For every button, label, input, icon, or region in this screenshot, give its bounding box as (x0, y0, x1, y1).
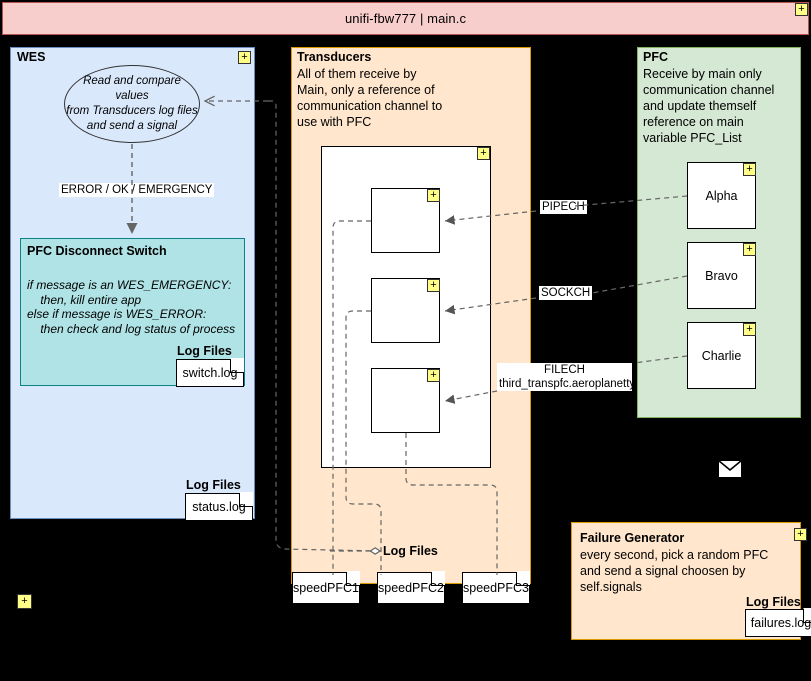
wes-log-files-label: Log Files (186, 478, 241, 492)
wes-ellipse-line-2: from Transducers log files (66, 105, 198, 117)
pfc-desc-line-2: communication channel (643, 83, 775, 97)
lane-wes-expand-badge[interactable]: + (238, 51, 251, 64)
canvas-expand-badge[interactable]: + (17, 594, 32, 609)
failure-generator-title: Failure Generator (580, 531, 685, 545)
transducers-desc-line-1: All of them receive by (297, 67, 417, 81)
log-file-failures[interactable]: failures.log (745, 608, 811, 637)
wes-ellipse-text: Read and compare values from Transducers… (65, 74, 199, 134)
log-file-failures-label: failures.log (750, 616, 811, 630)
failure-generator-expand-badge[interactable]: + (794, 528, 807, 541)
channel-label-filech-detail: third_transpfc.aeroplanetty (499, 378, 636, 390)
mail-icon[interactable] (717, 459, 743, 478)
log-file-speedpfc1[interactable]: speedPFC1 (292, 571, 360, 604)
diagram-canvas: unifi-fbw777 | main.c + WES + Read and c… (0, 0, 811, 681)
channel-label-pipech: PIPECH (540, 200, 587, 214)
channel-label-filech-name: FILECH (544, 364, 585, 376)
log-file-speedpfc3-label: speedPFC3 (463, 581, 530, 595)
lane-pfc-description: Receive by main only communication chann… (643, 66, 774, 146)
pfc-node-bravo-label: Bravo (705, 268, 738, 283)
transducer-group-expand-badge[interactable]: + (477, 147, 490, 160)
window-expand-badge[interactable]: + (795, 3, 808, 16)
lane-transducers-description: All of them receive by Main, only a refe… (297, 66, 442, 130)
transducer-node-1-expand-badge[interactable]: + (427, 189, 440, 202)
switch-rule-line-1: if message is an WES_EMERGENCY: (27, 278, 232, 292)
log-file-speedpfc1-label: speedPFC1 (293, 581, 360, 595)
window-title: unifi-fbw777 | main.c (344, 11, 467, 26)
log-file-switch[interactable]: switch.log (176, 358, 244, 387)
log-file-speedpfc2[interactable]: speedPFC2 (377, 571, 445, 604)
pfc-node-bravo-expand-badge[interactable]: + (743, 243, 756, 256)
transducers-desc-line-2: Main, only a reference of (297, 83, 435, 97)
pfc-desc-line-1: Receive by main only (643, 67, 762, 81)
log-file-status[interactable]: status.log (185, 492, 253, 521)
pfc-desc-line-3: and update themself (643, 99, 757, 113)
log-file-status-label: status.log (192, 500, 246, 514)
transducers-desc-line-3: communication channel to (297, 99, 443, 113)
fgen-desc-line-3: self.signals (580, 580, 642, 594)
channel-label-sockch: SOCKCH (539, 286, 593, 300)
pfc-node-alpha-label: Alpha (705, 188, 738, 203)
switch-rule-line-4: then check and log status of process (27, 321, 236, 336)
switch-rule-line-3: else if message is WES_ERROR: (27, 307, 207, 321)
switch-rule-line-2: then, kill entire app (27, 292, 142, 307)
pfc-node-alpha-expand-badge[interactable]: + (743, 163, 756, 176)
fgen-desc-line-1: every second, pick a random PFC (580, 548, 769, 562)
transducer-node-3-expand-badge[interactable]: + (427, 369, 440, 382)
pfc-desc-line-5: variable PFC_List (643, 131, 742, 145)
pfc-disconnect-switch-body: if message is an WES_EMERGENCY: then, ki… (27, 278, 235, 336)
wes-read-compare-ellipse[interactable]: Read and compare values from Transducers… (64, 65, 200, 143)
pfc-disconnect-switch-title: PFC Disconnect Switch (27, 244, 167, 258)
wes-ellipse-line-3: and send a signal (86, 120, 178, 132)
wes-signal-label: ERROR / OK / EMERGENCY (59, 183, 215, 197)
log-file-speedpfc3[interactable]: speedPFC3 (462, 571, 530, 604)
transducers-log-files-label: Log Files (383, 544, 438, 558)
failure-generator-description: every second, pick a random PFC and send… (580, 547, 768, 595)
failure-generator-log-files-label: Log Files (746, 595, 801, 609)
transducer-node-2-expand-badge[interactable]: + (427, 279, 440, 292)
lane-wes-title: WES (17, 50, 46, 64)
pfc-node-charlie-label: Charlie (701, 348, 742, 363)
switch-log-files-label: Log Files (177, 344, 232, 358)
fgen-desc-line-2: and send a signal choosen by (580, 564, 746, 578)
window-titlebar: unifi-fbw777 | main.c (2, 2, 809, 35)
transducers-desc-line-4: use with PFC (297, 115, 372, 129)
wes-ellipse-line-1: Read and compare values (83, 75, 181, 102)
lane-pfc-title: PFC (643, 50, 668, 64)
channel-label-filech: FILECH third_transpfc.aeroplanetty (497, 363, 636, 391)
pfc-node-charlie-expand-badge[interactable]: + (743, 323, 756, 336)
log-file-speedpfc2-label: speedPFC2 (378, 581, 445, 595)
lane-transducers-title: Transducers (297, 50, 372, 64)
log-file-switch-label: switch.log (182, 366, 238, 380)
pfc-desc-line-4: reference on main (643, 115, 744, 129)
